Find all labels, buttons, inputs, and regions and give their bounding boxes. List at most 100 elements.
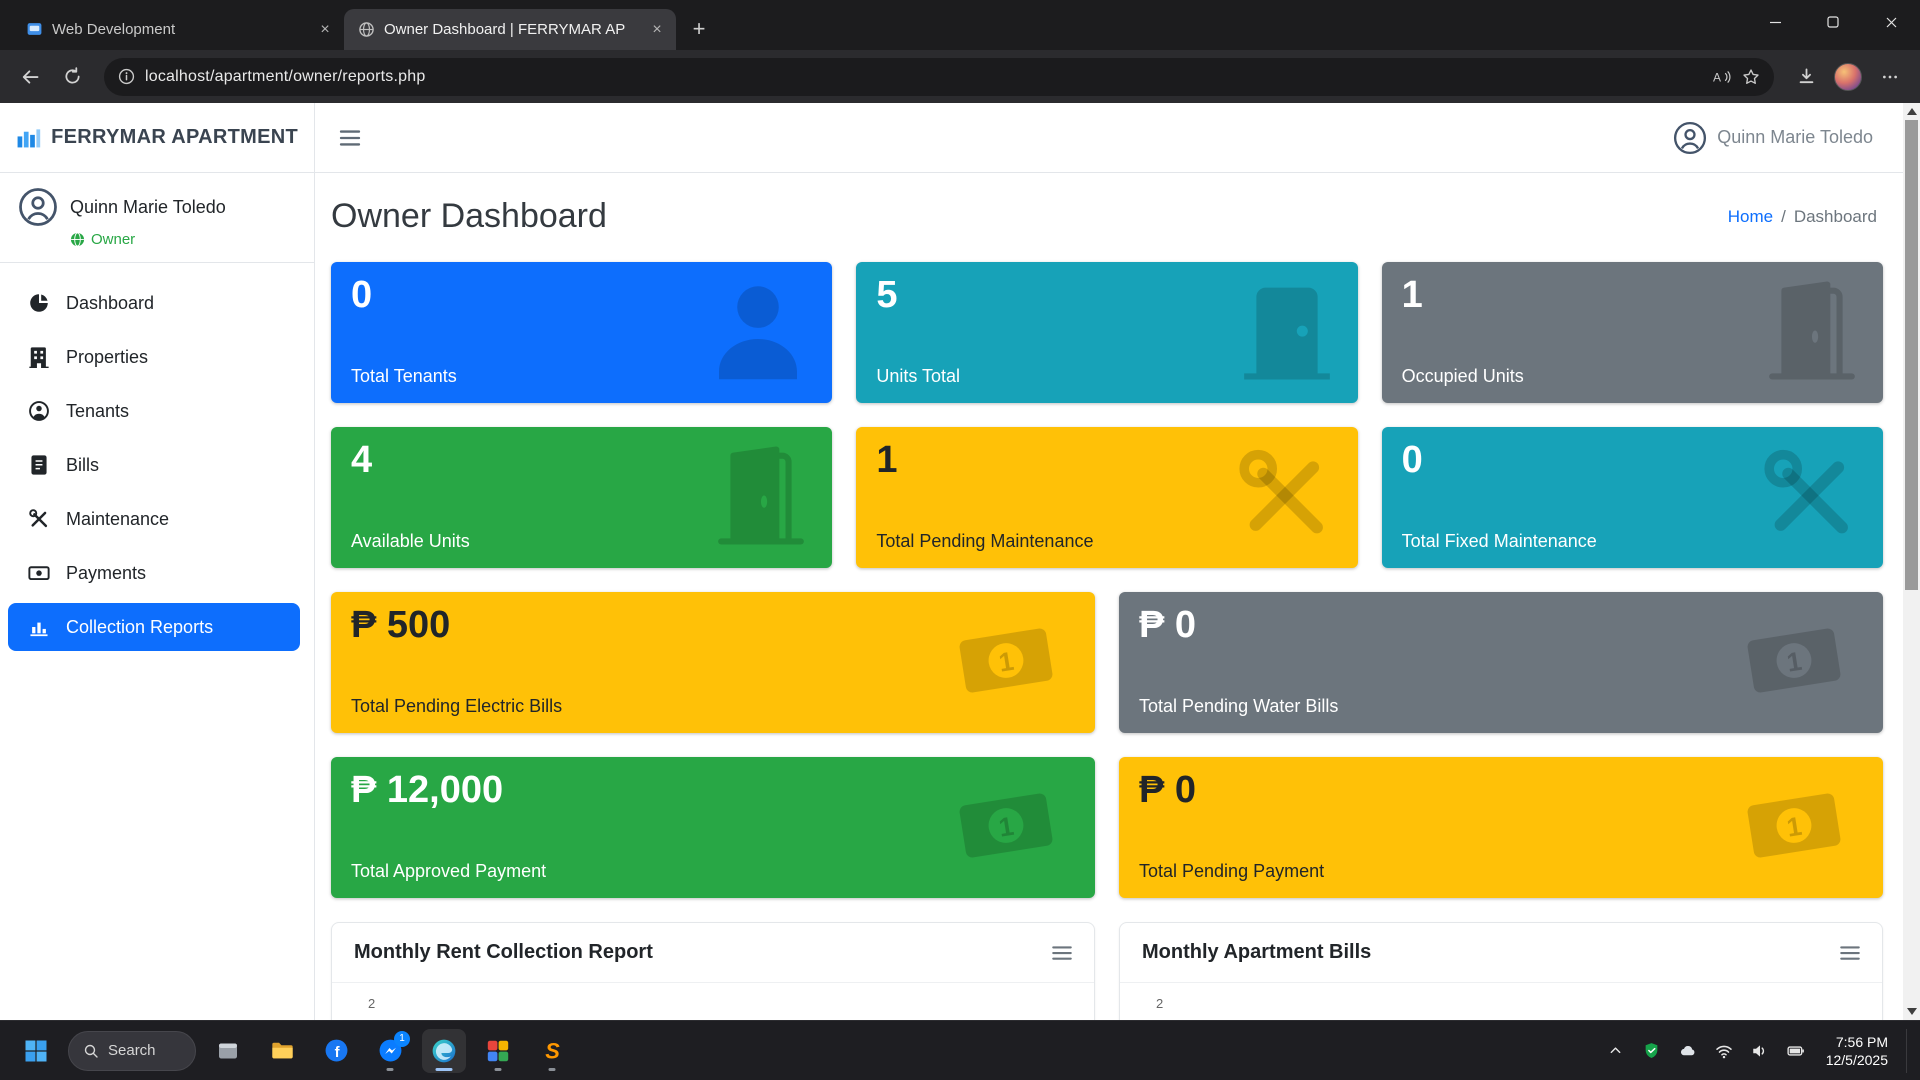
svg-text:1: 1 — [997, 810, 1016, 842]
close-window-button[interactable] — [1862, 0, 1920, 44]
maximize-button[interactable] — [1804, 0, 1862, 44]
tab-web-development[interactable]: Web Development × — [12, 9, 344, 50]
panel-menu-icon[interactable] — [1840, 945, 1860, 961]
sidebar-item-label: Properties — [66, 347, 148, 368]
dashboard-icon — [28, 292, 50, 314]
address-bar[interactable]: localhost/apartment/owner/reports.php A — [104, 58, 1774, 96]
scrollbar-thumb[interactable] — [1905, 120, 1918, 590]
topbar-user-name: Quinn Marie Toledo — [1717, 127, 1873, 148]
web-page: FERRYMAR APARTMENT Quinn Marie Toledo Ow… — [0, 103, 1903, 1020]
security-tray-button[interactable] — [1638, 1037, 1666, 1065]
panel-title: Monthly Apartment Bills — [1142, 941, 1371, 964]
downloads-button[interactable] — [1788, 59, 1824, 95]
page-scrollbar[interactable] — [1903, 103, 1920, 1020]
money-bill-icon: 1 — [947, 777, 1065, 873]
taskbar: Search f 1 — [0, 1020, 1920, 1080]
tab-favicon-icon — [26, 21, 43, 38]
tab-owner-dashboard[interactable]: Owner Dashboard | FERRYMAR AP × — [344, 9, 676, 50]
facebook-icon: f — [324, 1038, 349, 1063]
chart-ytick: 2 — [1156, 996, 1163, 1011]
minimize-button[interactable] — [1746, 0, 1804, 44]
door-open-icon — [712, 443, 810, 547]
taskbar-facebook[interactable]: f — [314, 1029, 358, 1073]
profile-avatar — [1834, 63, 1862, 91]
refresh-button[interactable] — [54, 59, 90, 95]
url-text[interactable]: localhost/apartment/owner/reports.php — [145, 68, 1702, 86]
volume-tray-button[interactable] — [1746, 1037, 1774, 1065]
brand-name: FERRYMAR APARTMENT — [51, 126, 298, 149]
browser-menu-button[interactable] — [1872, 59, 1908, 95]
tab-close-icon[interactable]: × — [646, 19, 668, 41]
browser-profile-button[interactable] — [1830, 59, 1866, 95]
show-desktop-button[interactable] — [1906, 1029, 1910, 1073]
menu-toggle-button[interactable] — [339, 129, 361, 147]
folder-icon — [270, 1038, 295, 1063]
scrollbar-down-arrow[interactable] — [1903, 1003, 1920, 1020]
money-bill-icon: 1 — [947, 612, 1065, 708]
browser-navbar: localhost/apartment/owner/reports.php A — [0, 50, 1920, 103]
tab-close-icon[interactable]: × — [314, 19, 336, 41]
stat-card-pending-maintenance: 1 Total Pending Maintenance — [856, 427, 1357, 568]
taskbar-edge[interactable] — [422, 1029, 466, 1073]
wifi-tray-button[interactable] — [1710, 1037, 1738, 1065]
panel-menu-icon[interactable] — [1052, 945, 1072, 961]
chevron-up-icon — [1608, 1043, 1623, 1058]
stat-card-pending-water-bills: ₱ 0 Total Pending Water Bills 1 — [1119, 592, 1883, 733]
sidebar-item-maintenance[interactable]: Maintenance — [8, 495, 300, 543]
clock-date: 12/5/2025 — [1826, 1051, 1888, 1069]
sidebar-item-label: Tenants — [66, 401, 129, 422]
site-info-icon[interactable] — [118, 68, 135, 85]
taskbar-search[interactable]: Search — [68, 1031, 196, 1071]
sidebar-item-collection-reports[interactable]: Collection Reports — [8, 603, 300, 651]
read-aloud-icon[interactable]: A — [1712, 68, 1732, 86]
taskbar-clock[interactable]: 7:56 PM 12/5/2025 — [1818, 1033, 1898, 1069]
windows-logo-icon — [24, 1039, 48, 1063]
stat-card-fixed-maintenance: 0 Total Fixed Maintenance — [1382, 427, 1883, 568]
sidebar-item-label: Collection Reports — [66, 617, 213, 638]
svg-text:A: A — [1713, 70, 1721, 84]
sidebar-item-label: Bills — [66, 455, 99, 476]
battery-tray-button[interactable] — [1782, 1037, 1810, 1065]
sidebar-item-tenants[interactable]: Tenants — [8, 387, 300, 435]
onedrive-tray-button[interactable] — [1674, 1037, 1702, 1065]
breadcrumb: Home / Dashboard — [1728, 207, 1877, 227]
hidden-icons-button[interactable] — [1602, 1037, 1630, 1065]
brand[interactable]: FERRYMAR APARTMENT — [0, 103, 314, 173]
user-avatar-icon — [1673, 121, 1707, 155]
taskbar-app-window[interactable] — [206, 1029, 250, 1073]
building-icon — [28, 346, 50, 368]
shield-icon — [1643, 1042, 1660, 1059]
scrollbar-up-arrow[interactable] — [1903, 103, 1920, 120]
tools-icon — [28, 508, 50, 530]
taskbar-sublime-text[interactable]: S — [530, 1029, 574, 1073]
close-icon — [1885, 16, 1898, 29]
start-button[interactable] — [14, 1029, 58, 1073]
open-app-indicator — [387, 1068, 394, 1071]
taskbar-file-explorer[interactable] — [260, 1029, 304, 1073]
taskbar-photos[interactable] — [476, 1029, 520, 1073]
cash-icon — [28, 562, 50, 584]
new-tab-button[interactable]: + — [684, 14, 714, 44]
sidebar-item-label: Maintenance — [66, 509, 169, 530]
edge-icon — [431, 1038, 457, 1064]
back-button[interactable] — [12, 59, 48, 95]
stat-card-available-units: 4 Available Units — [331, 427, 832, 568]
sidebar: FERRYMAR APARTMENT Quinn Marie Toledo Ow… — [0, 103, 315, 1020]
tab-strip: Web Development × Owner Dashboard | FERR… — [0, 0, 1920, 50]
sidebar-item-properties[interactable]: Properties — [8, 333, 300, 381]
taskbar-messenger[interactable]: 1 — [368, 1029, 412, 1073]
sidebar-item-bills[interactable]: Bills — [8, 441, 300, 489]
topbar-user-chip[interactable]: Quinn Marie Toledo — [1673, 121, 1873, 155]
sidebar-item-dashboard[interactable]: Dashboard — [8, 279, 300, 327]
sidebar-item-payments[interactable]: Payments — [8, 549, 300, 597]
minimize-icon — [1769, 16, 1782, 29]
breadcrumb-home-link[interactable]: Home — [1728, 207, 1773, 227]
user-avatar-icon — [18, 187, 58, 227]
chart-ytick: 2 — [368, 996, 375, 1011]
brand-logo-icon — [16, 123, 41, 153]
money-bill-icon: 1 — [1735, 777, 1853, 873]
tab-title: Owner Dashboard | FERRYMAR AP — [384, 21, 637, 38]
person-circle-icon — [28, 400, 50, 422]
door-open-icon — [1763, 278, 1861, 382]
favorites-star-icon[interactable] — [1742, 68, 1760, 86]
